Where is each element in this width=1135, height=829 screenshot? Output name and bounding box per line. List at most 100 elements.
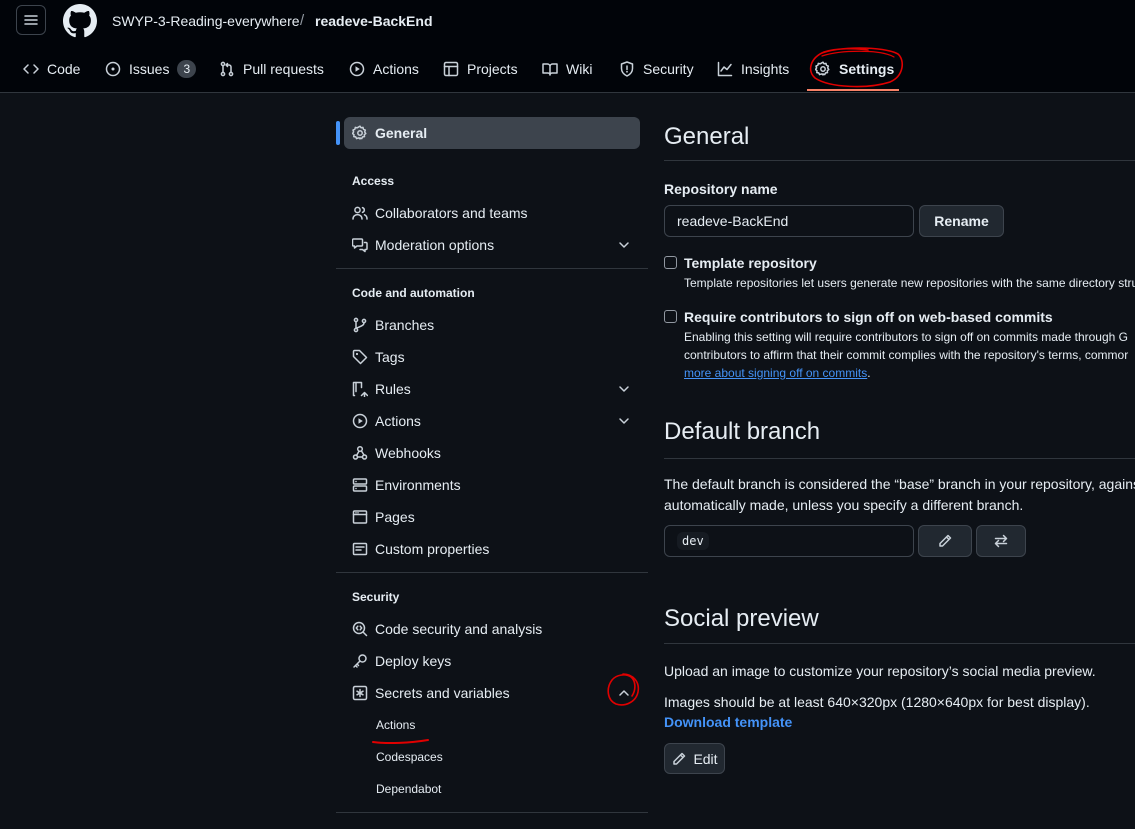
- browser-icon: [352, 510, 368, 524]
- sidebar-item-code-security[interactable]: Code security and analysis: [352, 619, 542, 639]
- sidebar-item-label: Custom properties: [375, 541, 490, 557]
- sidebar-item-label: Tags: [375, 349, 405, 365]
- tab-pull-requests[interactable]: Pull requests: [219, 52, 324, 86]
- section-rule: [664, 160, 1135, 161]
- branch-name-pill: dev: [677, 532, 709, 550]
- tab-issues[interactable]: Issues 3: [105, 52, 197, 86]
- global-menu-button[interactable]: [16, 5, 46, 35]
- code-icon: [23, 64, 39, 74]
- signoff-checkbox[interactable]: [664, 310, 677, 323]
- sidebar-divider: [336, 812, 648, 813]
- breadcrumb-owner[interactable]: SWYP-3-Reading-everywhere: [112, 13, 300, 29]
- download-template-link[interactable]: Download template: [664, 714, 792, 730]
- signoff-learn-more-link[interactable]: more about signing off on commits: [684, 366, 867, 380]
- key-asterisk-icon: [352, 685, 368, 701]
- key-icon: [353, 654, 367, 668]
- tab-security[interactable]: Security: [619, 52, 694, 86]
- social-edit-label: Edit: [693, 750, 718, 767]
- tab-label: Settings: [839, 61, 895, 77]
- tab-label: Issues: [129, 61, 170, 77]
- switch-branch-button[interactable]: [976, 525, 1026, 557]
- tab-label: Pull requests: [243, 61, 324, 77]
- social-preview-text: Images should be at least 640×320px (128…: [664, 694, 1090, 710]
- shield-icon: [620, 61, 634, 77]
- sidebar-heading-security: Security: [352, 590, 400, 604]
- comment-discussion-icon: [352, 238, 368, 253]
- chevron-up-icon[interactable]: [617, 686, 631, 700]
- tab-code[interactable]: Code: [23, 52, 80, 86]
- sidebar-item-rules[interactable]: Rules: [352, 379, 411, 399]
- hamburger-icon: [24, 15, 38, 25]
- sidebar-item-secrets[interactable]: Secrets and variables: [352, 683, 510, 703]
- github-logo-icon[interactable]: [63, 4, 97, 38]
- webhook-icon: [352, 445, 368, 460]
- codescan-icon: [352, 621, 368, 637]
- sidebar-item-label: Pages: [375, 509, 415, 525]
- tab-wiki[interactable]: Wiki: [542, 52, 592, 86]
- annotation-underline-actions: [372, 739, 429, 745]
- tab-label: Insights: [741, 61, 790, 77]
- sidebar-item-label: Moderation options: [375, 237, 495, 253]
- template-repository-checkbox[interactable]: [664, 256, 677, 269]
- section-rule: [664, 643, 1135, 644]
- breadcrumb-separator: /: [300, 12, 305, 29]
- chevron-down-icon[interactable]: [617, 238, 631, 252]
- signoff-note-line: more about signing off on commits.: [684, 364, 871, 382]
- people-icon: [352, 206, 368, 220]
- signoff-label: Require contributors to sign off on web-…: [684, 309, 1053, 325]
- selected-nav-indicator: [336, 121, 340, 145]
- signoff-note-line: Enabling this setting will require contr…: [684, 330, 1128, 344]
- rename-button[interactable]: Rename: [919, 205, 1004, 237]
- sidebar-item-webhooks[interactable]: Webhooks: [352, 443, 441, 463]
- tab-settings[interactable]: Settings: [815, 52, 894, 86]
- tab-label: Security: [643, 61, 694, 77]
- sidebar-item-label: Deploy keys: [375, 653, 452, 669]
- sidebar-item-label: General: [375, 125, 428, 141]
- sidebar-item-custom-properties[interactable]: Custom properties: [352, 539, 489, 559]
- sidebar-item-label: Rules: [375, 381, 411, 397]
- gear-icon: [815, 61, 830, 76]
- edit-branch-button[interactable]: [918, 525, 972, 557]
- git-branch-icon: [353, 317, 367, 333]
- repo-name-input[interactable]: readeve-BackEnd: [664, 205, 914, 237]
- tab-actions[interactable]: Actions: [349, 52, 419, 86]
- gear-icon: [352, 125, 367, 140]
- sidebar-item-environments[interactable]: Environments: [352, 475, 461, 495]
- sidebar-item-general[interactable]: General: [352, 123, 427, 143]
- sidebar-item-deploy-keys[interactable]: Deploy keys: [352, 651, 451, 671]
- tab-label: Code: [47, 61, 81, 77]
- sidebar-item-label: Branches: [375, 317, 435, 333]
- pencil-icon: [939, 534, 952, 547]
- repo-name-label: Repository name: [664, 181, 778, 197]
- signoff-note-line: contributors to affirm that their commit…: [684, 348, 1129, 362]
- sidebar-subitem-secrets-actions[interactable]: Actions: [376, 718, 415, 732]
- play-icon: [349, 61, 365, 77]
- sidebar-item-collaborators[interactable]: Collaborators and teams: [352, 203, 528, 223]
- tab-projects[interactable]: Projects: [443, 52, 518, 86]
- sidebar-item-branches[interactable]: Branches: [352, 315, 434, 335]
- sidebar-subitem-secrets-codespaces[interactable]: Codespaces: [376, 750, 443, 764]
- social-preview-title: Social preview: [664, 605, 819, 632]
- template-repository-label: Template repository: [684, 255, 817, 271]
- sidebar-item-label: Collaborators and teams: [375, 205, 528, 221]
- tab-insights[interactable]: Insights: [717, 52, 789, 86]
- sidebar-item-label: Webhooks: [375, 445, 441, 461]
- social-preview-text: Upload an image to customize your reposi…: [664, 663, 1096, 679]
- tab-label: Wiki: [566, 61, 593, 77]
- sidebar-subitem-secrets-dependabot[interactable]: Dependabot: [376, 782, 441, 796]
- section-rule: [664, 458, 1135, 459]
- breadcrumb-repo[interactable]: readeve-BackEnd: [315, 13, 433, 29]
- sidebar-item-tags[interactable]: Tags: [352, 347, 405, 367]
- sidebar-item-label: Secrets and variables: [375, 685, 510, 701]
- sidebar-heading-access: Access: [352, 174, 395, 188]
- sidebar-item-actions[interactable]: Actions: [352, 411, 421, 431]
- sidebar-item-pages[interactable]: Pages: [352, 507, 415, 527]
- chevron-down-icon[interactable]: [617, 414, 631, 428]
- template-repository-note: Template repositories let users generate…: [684, 276, 1135, 290]
- note-icon: [352, 542, 368, 556]
- issues-counter: 3: [177, 60, 197, 78]
- social-edit-button[interactable]: Edit: [664, 743, 725, 774]
- sidebar-item-moderation[interactable]: Moderation options: [352, 235, 494, 255]
- tab-label: Actions: [373, 61, 419, 77]
- chevron-down-icon[interactable]: [617, 382, 631, 396]
